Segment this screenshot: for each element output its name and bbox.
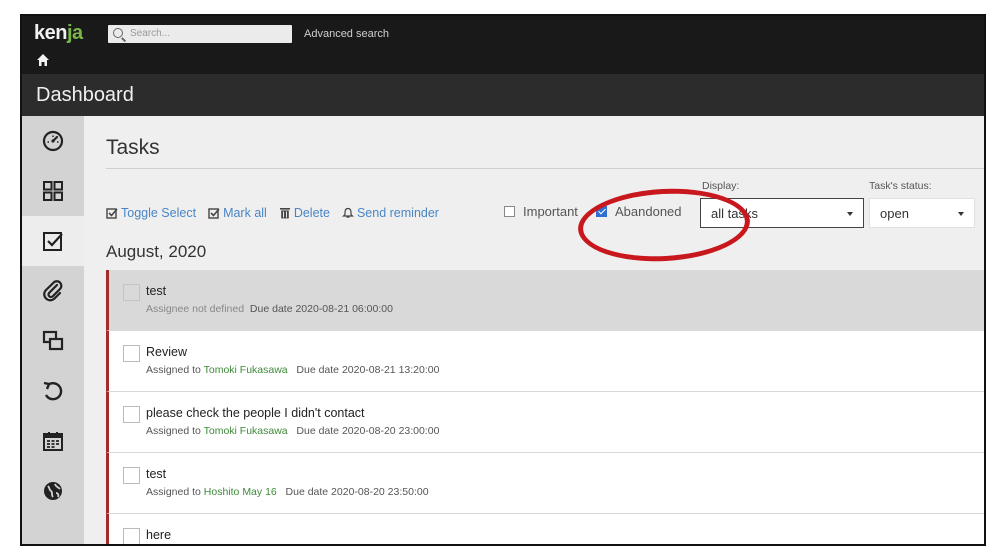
important-label: Important (523, 204, 578, 219)
task-checkbox[interactable] (123, 528, 140, 544)
gauge-icon (42, 130, 64, 152)
check-square-icon (208, 208, 220, 219)
important-checkbox[interactable] (504, 206, 515, 217)
delete-label: Delete (293, 206, 330, 220)
mark-all-label: Mark all (223, 206, 267, 220)
logo-text-accent: ja (66, 22, 83, 44)
task-meta: Assignee not defined Due date 2020-08-21… (146, 303, 393, 315)
search-input[interactable]: Search... (108, 25, 292, 43)
task-meta: Assigned to Hoshito May 16 Due date 2020… (146, 486, 429, 498)
task-toolbar: Toggle Select Mark all Delete Send remin… (106, 203, 451, 223)
mark-all-button[interactable]: Mark all (208, 206, 267, 220)
paperclip-icon (43, 280, 63, 302)
display-value: all tasks (711, 206, 758, 221)
delete-button[interactable]: Delete (279, 206, 330, 220)
undo-icon (43, 381, 63, 401)
send-reminder-button[interactable]: Send reminder (342, 206, 439, 220)
sidebar-item-history[interactable] (22, 366, 84, 416)
task-row[interactable]: test Assigned to Hoshito May 16 Due date… (106, 453, 984, 514)
assignee-prefix: Assigned to (146, 486, 201, 498)
due-date: Due date 2020-08-21 13:20:00 (296, 364, 440, 376)
logo-text: ken (34, 22, 67, 44)
task-row[interactable]: test Assignee not defined Due date 2020-… (106, 270, 984, 331)
sidebar-item-calendar[interactable] (22, 416, 84, 466)
due-date: Due date 2020-08-20 23:00:00 (296, 425, 440, 437)
task-row[interactable]: here (106, 514, 984, 544)
important-filter[interactable]: Important (504, 204, 578, 219)
sidebar (22, 116, 84, 544)
assignee-link[interactable]: Hoshito May 16 (204, 486, 277, 498)
task-name: here (146, 528, 172, 542)
chevron-down-icon (958, 212, 964, 216)
kenja-logo[interactable]: kenja (34, 22, 83, 45)
task-row[interactable]: Review Assigned to Tomoki Fukasawa Due d… (106, 331, 984, 392)
status-select[interactable]: open (869, 198, 975, 228)
task-meta: Assigned to Tomoki Fukasawa Due date 202… (146, 364, 439, 376)
sidebar-item-boards[interactable] (22, 166, 84, 216)
task-checkbox[interactable] (123, 345, 140, 362)
display-select[interactable]: all tasks (700, 198, 864, 228)
task-checkbox[interactable] (123, 406, 140, 423)
divider (106, 168, 984, 169)
search-icon (113, 28, 123, 38)
display-label: Display: (702, 180, 740, 192)
month-heading: August, 2020 (106, 242, 207, 261)
assignee-link[interactable]: Tomoki Fukasawa (204, 425, 288, 437)
globe-icon (44, 482, 62, 500)
sidebar-item-tasks[interactable] (22, 216, 84, 266)
checkbox-icon (43, 232, 63, 251)
page-header: Dashboard (22, 74, 984, 116)
task-checkbox[interactable] (123, 467, 140, 484)
trash-icon (279, 208, 290, 219)
send-reminder-label: Send reminder (356, 206, 439, 220)
status-value: open (880, 206, 909, 221)
task-name: please check the people I didn't contact (146, 406, 365, 420)
sidebar-item-web[interactable] (22, 466, 84, 516)
abandoned-label: Abandoned (615, 204, 682, 219)
assignee-prefix: Assigned to (146, 425, 201, 437)
task-name: test (146, 284, 167, 298)
sidebar-item-dashboard[interactable] (22, 116, 84, 166)
status-label: Task's status: (869, 180, 932, 192)
due-date: Due date 2020-08-20 23:50:00 (285, 486, 429, 498)
calendar-icon (43, 432, 63, 451)
sidebar-item-copy[interactable] (22, 316, 84, 366)
top-bar: kenja Search... Advanced search (22, 16, 984, 74)
task-row[interactable]: please check the people I didn't contact… (106, 392, 984, 453)
screenshot-frame: kenja Search... Advanced search Dashboar… (20, 14, 986, 546)
task-list: test Assignee not defined Due date 2020-… (106, 270, 984, 544)
bell-icon (342, 207, 354, 218)
check-square-icon (106, 208, 118, 219)
assignee-prefix: Assignee not defined (146, 303, 245, 315)
toggle-select-label: Toggle Select (121, 206, 197, 220)
abandoned-checkbox[interactable] (596, 206, 607, 217)
copy-icon (42, 330, 64, 351)
main-content: Tasks Toggle Select Mark all Delete Send… (84, 116, 984, 544)
due-date: Due date 2020-08-21 06:00:00 (249, 303, 393, 315)
grid-icon (43, 181, 63, 201)
advanced-search-link[interactable]: Advanced search (304, 28, 389, 40)
search-placeholder: Search... (130, 28, 171, 39)
toggle-select-button[interactable]: Toggle Select (106, 206, 196, 220)
task-checkbox[interactable] (123, 284, 140, 301)
task-name: test (146, 467, 167, 481)
sidebar-item-attachments[interactable] (22, 266, 84, 316)
assignee-prefix: Assigned to (146, 364, 201, 376)
task-name: Review (146, 345, 187, 359)
chevron-down-icon (847, 212, 853, 216)
task-meta: Assigned to Tomoki Fukasawa Due date 202… (146, 425, 439, 437)
assignee-link[interactable]: Tomoki Fukasawa (204, 364, 288, 376)
page-title: Tasks (106, 136, 160, 159)
abandoned-filter[interactable]: Abandoned (596, 204, 682, 219)
home-icon[interactable] (36, 52, 50, 68)
